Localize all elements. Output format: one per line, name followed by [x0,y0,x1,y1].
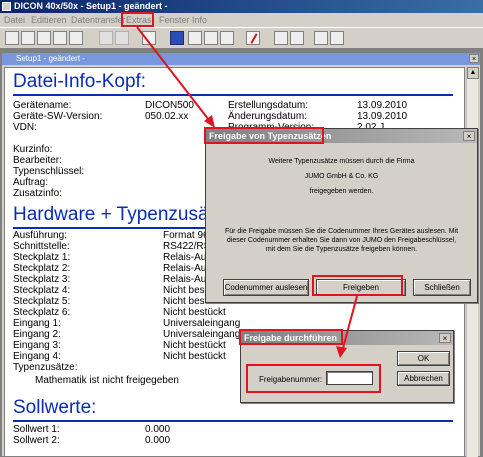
arrow-button-to-dialog [341,295,358,353]
annotation-arrows [136,26,358,358]
arrow-head [336,346,347,358]
arrow-menu-to-dialog [136,26,213,125]
